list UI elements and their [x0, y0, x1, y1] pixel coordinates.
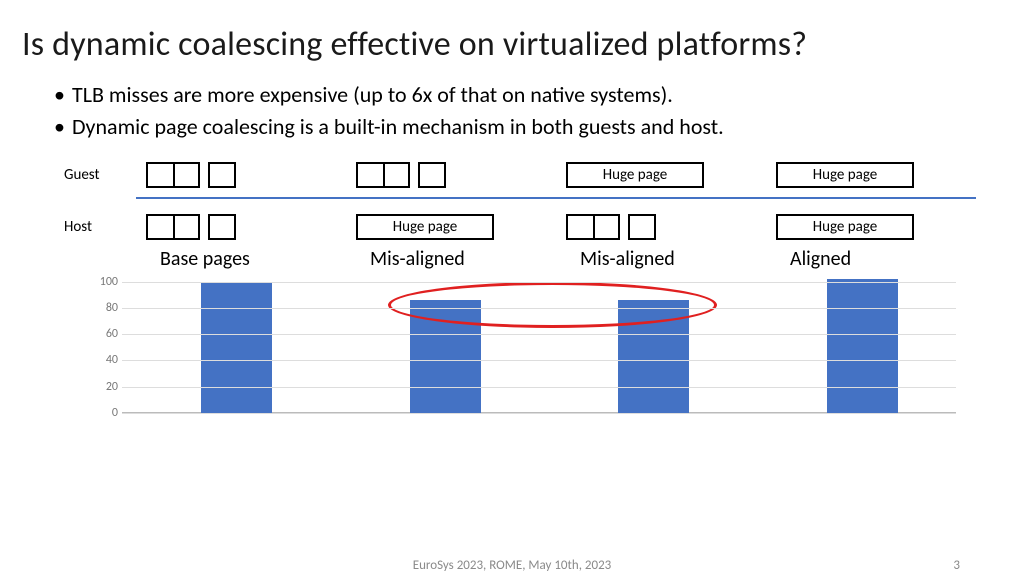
footer-venue: EuroSys 2023, ROME, May 10th, 2023: [413, 558, 612, 573]
guest-basepages: [136, 162, 346, 188]
base-page-pair: [356, 162, 410, 188]
huge-page-box: Huge page: [776, 162, 914, 188]
y-tick-label: 20: [88, 380, 118, 394]
host-label: Host: [64, 218, 136, 236]
base-page: [208, 162, 236, 188]
bar-misaligned-2: [618, 300, 689, 412]
page-number: 3: [953, 558, 960, 573]
host-misaligned-1: Huge page: [346, 214, 556, 240]
y-tick-label: 40: [88, 353, 118, 367]
chart-bars: [122, 277, 956, 413]
category-label: Aligned: [766, 247, 976, 271]
guest-host-separator: [136, 197, 976, 199]
bar-basepages: [201, 282, 272, 413]
base-page: [208, 214, 236, 240]
grid-line: [122, 387, 956, 388]
base-page-pair: [146, 214, 200, 240]
host-aligned: Huge page: [766, 214, 976, 240]
category-label: Mis-aligned: [556, 247, 766, 271]
category-label: Mis-aligned: [346, 247, 556, 271]
huge-page-box: Huge page: [356, 214, 494, 240]
host-basepages: [136, 214, 346, 240]
huge-page-box: Huge page: [776, 214, 914, 240]
bullet-item: Dynamic page coalescing is a built-in me…: [54, 111, 996, 143]
guest-row: Guest Huge page Huge page: [64, 155, 976, 195]
y-tick-label: 80: [88, 301, 118, 315]
bullet-item: TLB misses are more expensive (up to 6x …: [54, 79, 996, 111]
grid-line: [122, 308, 956, 309]
guest-aligned: Huge page: [766, 162, 976, 188]
host-misaligned-2: [556, 214, 766, 240]
base-page: [418, 162, 446, 188]
guest-misaligned-1: [346, 162, 556, 188]
grid-line: [122, 282, 956, 283]
huge-page-box: Huge page: [566, 162, 704, 188]
category-label: Base pages: [136, 247, 346, 271]
category-labels-row: Base pages Mis-aligned Mis-aligned Align…: [136, 247, 976, 271]
bar-aligned: [827, 279, 898, 412]
base-page-pair: [146, 162, 200, 188]
page-title: Is dynamic coalescing effective on virtu…: [22, 24, 996, 65]
y-tick-label: 0: [88, 406, 118, 420]
host-row: Host Huge page Huge page: [64, 207, 976, 247]
grid-line: [122, 334, 956, 335]
y-tick-label: 100: [88, 275, 118, 289]
slide: Is dynamic coalescing effective on virtu…: [0, 0, 1024, 576]
guest-label: Guest: [64, 166, 136, 184]
page-mapping-diagram: Guest Huge page Huge page: [64, 155, 976, 413]
bar-misaligned-1: [410, 300, 481, 412]
grid-line: [122, 360, 956, 361]
grid-line: [122, 413, 956, 414]
base-page-pair: [566, 214, 620, 240]
bullet-list: TLB misses are more expensive (up to 6x …: [54, 79, 996, 143]
y-tick-label: 60: [88, 327, 118, 341]
guest-misaligned-2: Huge page: [556, 162, 766, 188]
base-page: [628, 214, 656, 240]
bar-chart: 020406080100: [122, 277, 956, 413]
